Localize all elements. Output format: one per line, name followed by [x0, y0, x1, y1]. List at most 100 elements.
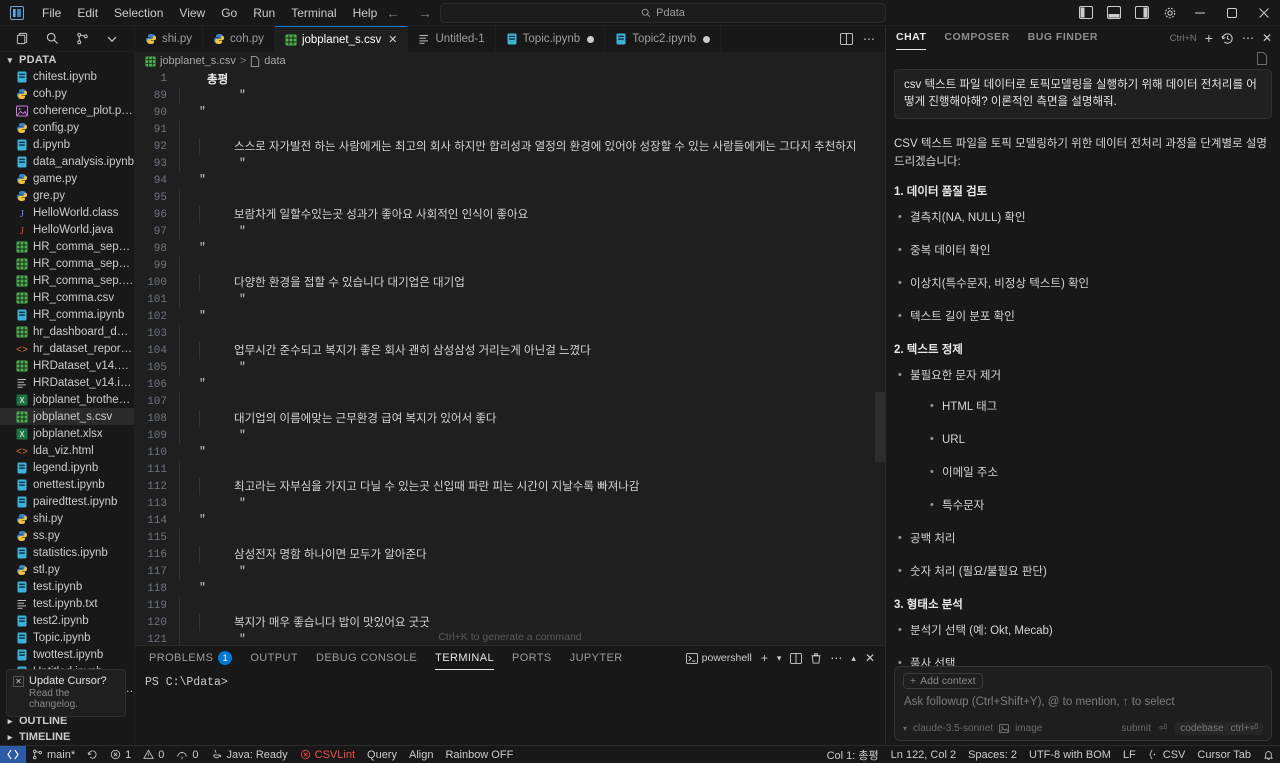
file-item[interactable]: onettest.ipynb: [0, 476, 134, 493]
source-control-icon[interactable]: [74, 31, 90, 47]
menu-terminal[interactable]: Terminal: [283, 3, 344, 23]
code-line[interactable]: 98 ": [135, 240, 885, 257]
image-attach-icon[interactable]: [999, 724, 1010, 733]
panel-tab[interactable]: PORTS: [512, 646, 552, 670]
status-item[interactable]: 0: [137, 746, 170, 763]
code-line[interactable]: 107: [135, 393, 885, 410]
file-item[interactable]: test.ipynb: [0, 578, 134, 595]
code-line[interactable]: 109 ": [135, 427, 885, 444]
file-item[interactable]: ss.py: [0, 527, 134, 544]
chevron-up-icon[interactable]: ▴: [851, 653, 856, 664]
code-line[interactable]: 115: [135, 529, 885, 546]
chat-followup-input[interactable]: Ask followup (Ctrl+Shift+Y), @ to mentio…: [903, 689, 1263, 722]
code-line[interactable]: 89 ": [135, 87, 885, 104]
file-item[interactable]: HR_comma_sep_clean...: [0, 255, 134, 272]
file-item[interactable]: HR_comma.ipynb: [0, 306, 134, 323]
panel-tabs[interactable]: PROBLEMS 1 OUTPUT DEBUG CONSOLE TERMINAL PORT…: [149, 646, 623, 670]
file-item[interactable]: game.py: [0, 170, 134, 187]
code-line[interactable]: 90 ": [135, 104, 885, 121]
editor-tab[interactable]: Untitled-1: [408, 26, 496, 52]
status-item[interactable]: main*: [26, 746, 81, 763]
panel-tab[interactable]: DEBUG CONSOLE: [316, 646, 417, 670]
panel-tab[interactable]: TERMINAL: [435, 646, 494, 670]
chat-input-box[interactable]: + Add context Ask followup (Ctrl+Shift+Y…: [894, 666, 1272, 741]
file-item[interactable]: config.py: [0, 119, 134, 136]
terminal-output[interactable]: PS C:\Pdata>: [135, 670, 885, 745]
add-context-button[interactable]: + Add context: [903, 673, 983, 689]
menu-run[interactable]: Run: [245, 3, 283, 23]
editor-vertical-scrollbar[interactable]: [875, 70, 885, 645]
new-file-icon[interactable]: [14, 31, 30, 47]
breadcrumb-symbol[interactable]: data: [264, 55, 285, 67]
code-line[interactable]: 106 ": [135, 376, 885, 393]
panel-bottom-icon[interactable]: [1100, 0, 1128, 26]
file-item[interactable]: shi.py: [0, 510, 134, 527]
editor-tab[interactable]: jobplanet_s.csv ✕: [274, 26, 409, 52]
code-line[interactable]: 93 ": [135, 155, 885, 172]
code-line[interactable]: 111: [135, 461, 885, 478]
file-item[interactable]: coh.py: [0, 85, 134, 102]
menu-edit[interactable]: Edit: [69, 3, 106, 23]
code-line[interactable]: 114 ": [135, 512, 885, 529]
code-line[interactable]: 96 보람차게 일할수있는곳 성과가 좋아요 사회적인 인식이 좋아요: [135, 206, 885, 224]
status-left-items[interactable]: main* 1 0 0 Java: Ready CSVLint Query Align Rain…: [26, 746, 519, 763]
code-line[interactable]: 104 업무시간 준수되고 복지가 좋은 회사 괜히 삼성삼성 거리는게 아닌걸 …: [135, 342, 885, 360]
file-item[interactable]: HR_comma.csv: [0, 289, 134, 306]
status-item[interactable]: Query: [361, 746, 403, 763]
file-item[interactable]: statistics.ipynb: [0, 544, 134, 561]
file-item[interactable]: Xjobplanet_brothers.xlsx: [0, 391, 134, 408]
code-line[interactable]: 94 ": [135, 172, 885, 189]
status-item[interactable]: Align: [403, 746, 439, 763]
file-item[interactable]: test2.ipynb: [0, 612, 134, 629]
status-item[interactable]: [81, 746, 104, 763]
code-line[interactable]: 105 ": [135, 359, 885, 376]
codebase-button[interactable]: codebase ctrl+⏎: [1175, 722, 1263, 735]
explorer-section-header[interactable]: ▾ PDATA: [0, 52, 134, 68]
file-item[interactable]: J HelloWorld.java: [0, 221, 134, 238]
file-item[interactable]: test.ipynb.txt: [0, 595, 134, 612]
editor-tab[interactable]: Topic.ipynb: [495, 26, 606, 52]
terminal-shell-chip[interactable]: powershell: [685, 652, 752, 664]
file-item[interactable]: chitest.ipynb: [0, 68, 134, 85]
code-line[interactable]: 100 다양한 환경을 접할 수 있습니다 대기업은 대기업: [135, 274, 885, 292]
status-item[interactable]: Rainbow OFF: [439, 746, 519, 763]
status-item[interactable]: Cursor Tab: [1191, 746, 1257, 763]
image-attach-label[interactable]: image: [1015, 723, 1042, 734]
close-icon[interactable]: ✕: [1262, 31, 1272, 45]
status-item[interactable]: [1257, 746, 1280, 763]
editor-tab[interactable]: coh.py: [203, 26, 275, 52]
file-item[interactable]: hr_dashboard_data.csv: [0, 323, 134, 340]
code-line[interactable]: 97 ": [135, 223, 885, 240]
kill-terminal-icon[interactable]: [811, 652, 821, 664]
window-maximize-button[interactable]: [1216, 0, 1248, 26]
file-item[interactable]: coherence_plot.png: [0, 102, 134, 119]
menu-file[interactable]: File: [34, 3, 69, 23]
code-line[interactable]: 113 ": [135, 495, 885, 512]
history-icon[interactable]: [1221, 32, 1234, 45]
status-item[interactable]: UTF-8 with BOM: [1023, 746, 1117, 763]
status-item[interactable]: Ln 122, Col 2: [885, 746, 962, 763]
file-item[interactable]: J HelloWorld.class: [0, 204, 134, 221]
file-item[interactable]: HRDataset_v14.csv: [0, 357, 134, 374]
status-item[interactable]: 1: [104, 746, 137, 763]
file-item[interactable]: <> hr_dataset_report.html: [0, 340, 134, 357]
panel-tab[interactable]: JUPYTER: [570, 646, 623, 670]
code-line[interactable]: 116 삼성전자 명함 하나이면 모두가 알아준다: [135, 546, 885, 564]
status-item[interactable]: 0: [170, 746, 204, 763]
editor-tab[interactable]: shi.py: [135, 26, 204, 52]
submit-label[interactable]: submit: [1121, 723, 1150, 734]
menu-view[interactable]: View: [171, 3, 213, 23]
status-item[interactable]: Col 1: 총평: [821, 746, 885, 763]
chevron-down-icon[interactable]: ▾: [903, 724, 907, 733]
chat-tabs[interactable]: CHAT COMPOSER BUG FINDER: [896, 26, 1098, 50]
close-icon[interactable]: ✕: [865, 651, 875, 665]
chat-tab[interactable]: BUG FINDER: [1028, 26, 1098, 50]
chat-tab[interactable]: CHAT: [896, 26, 927, 50]
split-terminal-icon[interactable]: [790, 652, 803, 664]
file-item[interactable]: <> lda_viz.html: [0, 442, 134, 459]
status-item[interactable]: CSVLint: [294, 746, 361, 763]
file-item[interactable]: HRDataset_v14.ipynb...: [0, 374, 134, 391]
file-item[interactable]: d.ipynb: [0, 136, 134, 153]
file-item[interactable]: twottest.ipynb: [0, 646, 134, 663]
code-line[interactable]: 101 ": [135, 291, 885, 308]
